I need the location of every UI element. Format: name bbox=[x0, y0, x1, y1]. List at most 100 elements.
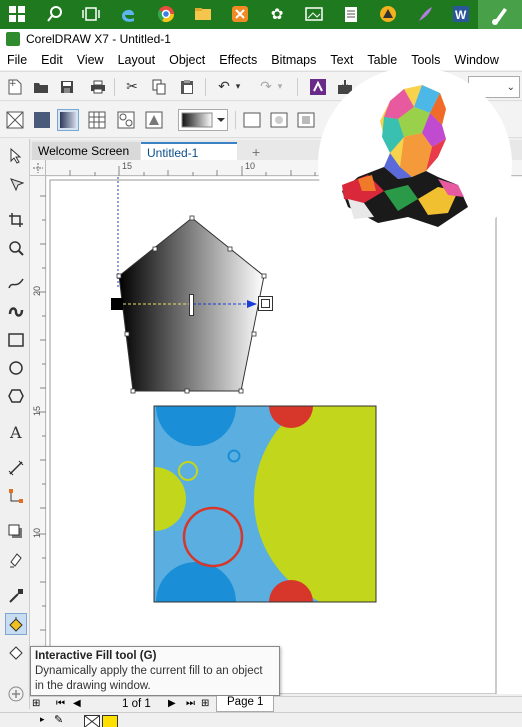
menu-object[interactable]: Object bbox=[162, 53, 212, 67]
menu-table[interactable]: Table bbox=[360, 53, 404, 67]
tooltip-title: Interactive Fill tool (G) bbox=[35, 650, 157, 662]
interactive-fill-tool-icon[interactable] bbox=[5, 613, 27, 635]
pattern-fill-rectangle[interactable] bbox=[47, 177, 522, 694]
print-icon[interactable] bbox=[87, 77, 109, 97]
ruler-origin[interactable] bbox=[30, 160, 46, 176]
drawing-window[interactable] bbox=[47, 177, 522, 694]
search-icon[interactable] bbox=[43, 3, 67, 25]
crop-tool-icon[interactable] bbox=[5, 209, 27, 231]
no-color-swatch[interactable] bbox=[84, 715, 100, 727]
ruler-label-10: 10 bbox=[245, 161, 256, 171]
connector-tool-icon[interactable] bbox=[5, 485, 27, 507]
conical-fountain-fill-icon[interactable] bbox=[295, 109, 317, 131]
toolbox: A bbox=[0, 139, 30, 709]
two-color-pattern-fill-icon[interactable] bbox=[143, 109, 165, 131]
new-document-icon[interactable]: + bbox=[4, 77, 26, 97]
pick-tool-icon[interactable] bbox=[5, 145, 27, 167]
drop-shadow-tool-icon[interactable] bbox=[5, 521, 27, 543]
add-page-before-icon[interactable]: ⊞ bbox=[32, 698, 40, 709]
interactive-fill-tooltip: Interactive Fill tool (G) Dynamically ap… bbox=[30, 646, 280, 696]
vector-pattern-fill-icon[interactable] bbox=[86, 109, 108, 131]
ruler-label-10: 10 bbox=[32, 527, 43, 539]
tab-untitled-1[interactable]: Untitled-1 bbox=[141, 142, 237, 160]
vertical-ruler[interactable]: 20 15 10 bbox=[30, 176, 46, 694]
page-tab-1[interactable]: Page 1 bbox=[216, 696, 275, 712]
search-content-icon[interactable] bbox=[307, 77, 329, 97]
edge-browser-icon[interactable] bbox=[116, 3, 140, 25]
ellipse-tool-icon[interactable] bbox=[5, 357, 27, 379]
chrome-browser-icon[interactable] bbox=[154, 3, 178, 25]
transparency-tool-icon[interactable] bbox=[5, 549, 27, 571]
previous-page-icon[interactable]: ◀ bbox=[73, 698, 81, 709]
paste-icon[interactable] bbox=[176, 77, 198, 97]
svg-text:W: W bbox=[455, 8, 467, 22]
quick-customize-icon[interactable] bbox=[5, 683, 27, 705]
window-title: CorelDRAW X7 - Untitled-1 bbox=[26, 32, 171, 46]
feather-app-icon[interactable] bbox=[413, 3, 437, 25]
ruler-label-20: 20 bbox=[32, 285, 43, 297]
elliptical-fountain-fill-icon[interactable] bbox=[268, 109, 290, 131]
menu-edit[interactable]: Edit bbox=[34, 53, 70, 67]
presenter-avatar bbox=[318, 67, 512, 261]
page-count: 1 of 1 bbox=[122, 698, 151, 710]
menu-window[interactable]: Window bbox=[447, 53, 505, 67]
word-icon[interactable]: W bbox=[449, 3, 473, 25]
last-page-icon[interactable]: ⏭ bbox=[186, 698, 195, 709]
windows-taskbar: ✿ W bbox=[0, 0, 522, 29]
parallel-dimension-tool-icon[interactable] bbox=[5, 457, 27, 479]
file-explorer-icon[interactable] bbox=[191, 3, 215, 25]
photos-icon[interactable] bbox=[302, 3, 326, 25]
tab-welcome-screen[interactable]: Welcome Screen bbox=[32, 142, 140, 160]
tooltip-description-line-2: in the drawing window. bbox=[35, 680, 151, 692]
linear-fountain-fill-icon[interactable] bbox=[241, 109, 263, 131]
cut-icon[interactable]: ✂ bbox=[121, 77, 143, 97]
menu-layout[interactable]: Layout bbox=[111, 53, 163, 67]
menu-bar: File Edit View Layout Object Effects Bit… bbox=[0, 49, 522, 70]
menu-text[interactable]: Text bbox=[323, 53, 360, 67]
settings-gear-icon[interactable]: ✿ bbox=[265, 3, 289, 25]
menu-file[interactable]: File bbox=[0, 53, 34, 67]
smart-fill-tool-icon[interactable] bbox=[5, 641, 27, 663]
undo-dropdown-icon[interactable]: ▾ bbox=[232, 77, 244, 97]
no-fill-icon[interactable] bbox=[4, 109, 26, 131]
add-tab-button[interactable]: + bbox=[246, 142, 266, 160]
copy-icon[interactable] bbox=[148, 77, 170, 97]
zoom-tool-icon[interactable] bbox=[5, 237, 27, 259]
menu-tools[interactable]: Tools bbox=[404, 53, 447, 67]
yellow-color-swatch[interactable] bbox=[102, 715, 118, 727]
windows-start-icon[interactable] bbox=[5, 3, 29, 25]
menu-effects[interactable]: Effects bbox=[212, 53, 264, 67]
artistic-media-tool-icon[interactable] bbox=[5, 301, 27, 323]
fill-eyedropper-icon[interactable]: ✎ bbox=[54, 713, 63, 726]
app-triangle-icon[interactable] bbox=[376, 3, 400, 25]
ruler-label-15: 15 bbox=[122, 161, 133, 171]
xampp-icon[interactable] bbox=[228, 3, 252, 25]
coreldraw-taskbar-icon[interactable] bbox=[478, 0, 522, 29]
rectangle-tool-icon[interactable] bbox=[5, 329, 27, 351]
uniform-fill-icon[interactable] bbox=[31, 109, 53, 131]
svg-text:+: + bbox=[9, 79, 17, 89]
svg-text:A: A bbox=[9, 424, 22, 440]
open-folder-icon[interactable] bbox=[30, 77, 52, 97]
add-page-after-icon[interactable]: ⊞ bbox=[201, 698, 209, 709]
notepad-icon[interactable] bbox=[339, 3, 363, 25]
freehand-tool-icon[interactable] bbox=[5, 273, 27, 295]
tooltip-description-line-1: Dynamically apply the current fill to an… bbox=[35, 665, 263, 677]
shape-tool-icon[interactable] bbox=[5, 173, 27, 195]
task-view-icon[interactable] bbox=[79, 3, 103, 25]
menu-bitmaps[interactable]: Bitmaps bbox=[264, 53, 323, 67]
first-page-icon[interactable]: ⏮ bbox=[56, 698, 65, 709]
coreldraw-app-icon bbox=[6, 32, 20, 46]
menu-view[interactable]: View bbox=[70, 53, 111, 67]
text-tool-icon[interactable]: A bbox=[5, 421, 27, 443]
bitmap-pattern-fill-icon[interactable] bbox=[115, 109, 137, 131]
polygon-tool-icon[interactable] bbox=[5, 385, 27, 407]
next-page-icon[interactable]: ▶ bbox=[168, 698, 176, 709]
color-eyedropper-tool-icon[interactable] bbox=[5, 585, 27, 607]
redo-dropdown-icon[interactable]: ▾ bbox=[274, 77, 286, 97]
status-bar: ▸ ✎ bbox=[0, 712, 522, 727]
fountain-fill-icon[interactable] bbox=[57, 109, 79, 131]
status-arrow-icon[interactable]: ▸ bbox=[40, 714, 45, 725]
fill-picker-dropdown[interactable] bbox=[178, 109, 228, 131]
save-icon[interactable] bbox=[56, 77, 78, 97]
